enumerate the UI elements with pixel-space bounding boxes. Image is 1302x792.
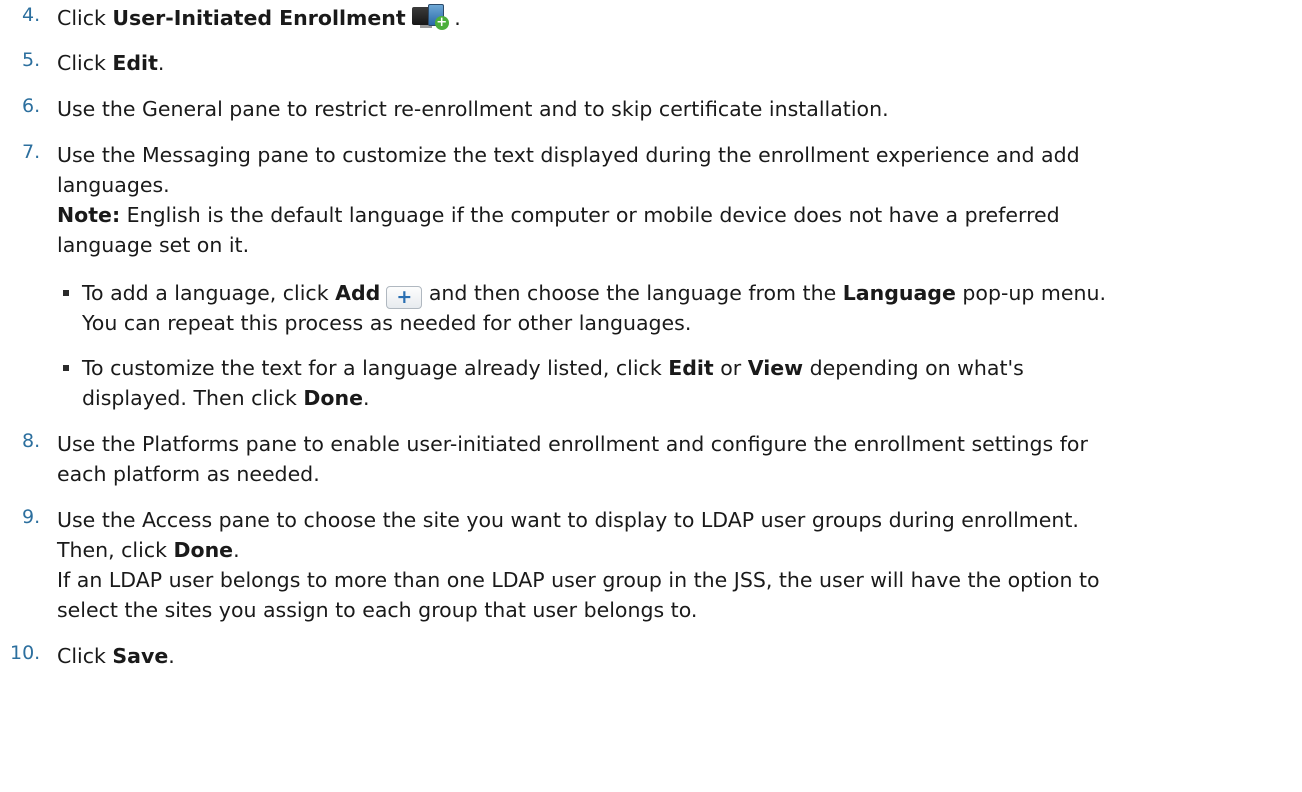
step-text: Click Edit. [57, 51, 165, 75]
add-plus-icon: + [386, 286, 423, 309]
ui-label: User-Initiated Enrollment [112, 6, 406, 30]
step-text: Use the Messaging pane to customize the … [57, 140, 1296, 260]
step-text: Click User-Initiated Enrollment + . [57, 4, 461, 30]
ui-label: Add [335, 281, 381, 305]
step-text: Click Save. [57, 644, 175, 668]
step-number: 10. [10, 642, 41, 664]
step-number: 8. [22, 430, 41, 452]
bullet-text: To customize the text for a language alr… [82, 356, 1024, 410]
ui-label: Done [173, 538, 234, 562]
step-text: Use the General pane to restrict re-enro… [57, 97, 889, 121]
step-text: Use the Access pane to choose the site y… [57, 508, 1100, 622]
step-number: 7. [22, 141, 41, 163]
ui-label: View [747, 356, 804, 380]
ui-label: Done [303, 386, 364, 410]
step-number: 9. [22, 506, 41, 528]
step-number: 4. [22, 4, 41, 26]
ui-label: Save [112, 644, 169, 668]
step-text: Use the Platforms pane to enable user-in… [57, 432, 1088, 486]
bullet-marker [63, 365, 69, 371]
ui-label: Edit [112, 51, 158, 75]
user-initiated-enrollment-icon: + [411, 4, 449, 30]
note-label: Note: [57, 203, 121, 227]
bullet-marker [63, 290, 69, 296]
step-number: 6. [22, 95, 41, 117]
note: Note: English is the default language if… [57, 203, 1060, 227]
ui-label: Language [842, 281, 956, 305]
ui-label: Edit [668, 356, 714, 380]
bullet-text: To add a language, click Add + and then c… [82, 281, 1106, 335]
step-number: 5. [22, 49, 41, 71]
